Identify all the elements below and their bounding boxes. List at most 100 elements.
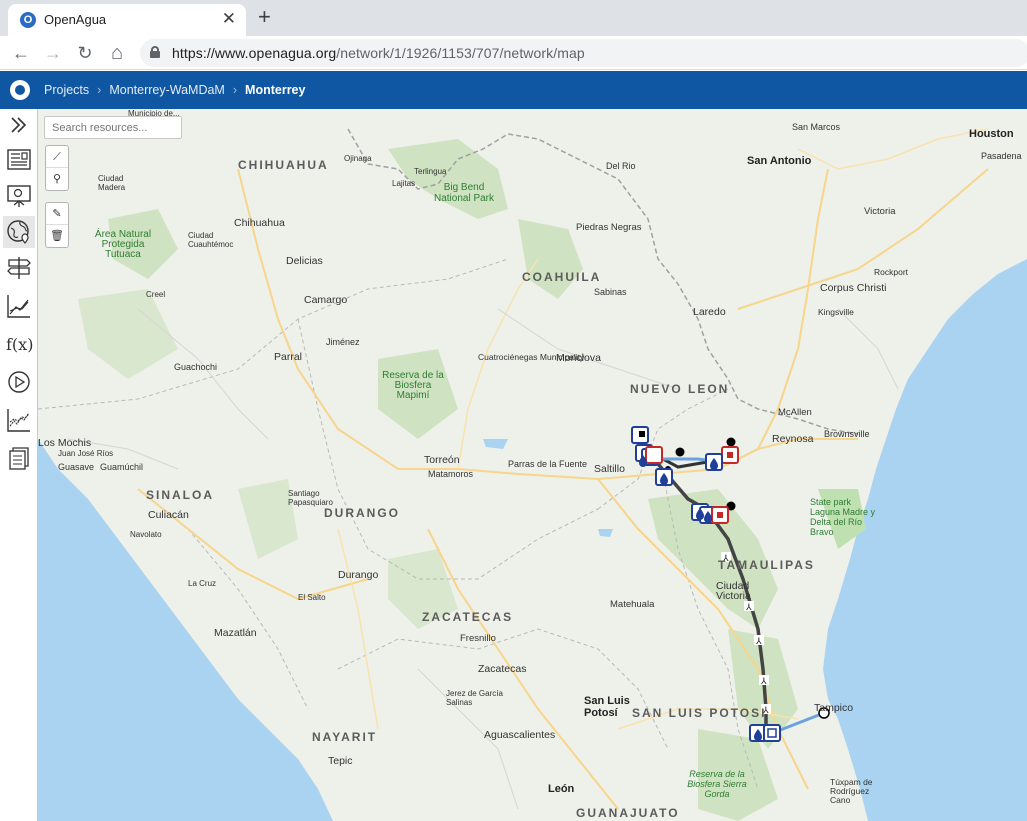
map-city-label: Guasave <box>58 462 95 472</box>
url-path: /network/1/1926/1153/707/network/map <box>336 45 585 61</box>
map-state-label: COAHUILA <box>522 270 602 284</box>
map-city-label: Reynosa <box>772 433 814 445</box>
map-city-label: El Salto <box>298 593 326 602</box>
expand-chevrons-icon <box>11 117 27 133</box>
forward-button[interactable]: → <box>40 40 66 66</box>
map-city-label: Navolato <box>130 530 162 539</box>
openagua-logo-icon[interactable] <box>10 80 30 100</box>
map-city-label: Sabinas <box>594 287 627 297</box>
map-city-label: Cuatrociénegas Municipality <box>478 352 585 362</box>
map-city-label: Creel <box>146 290 166 299</box>
url-host: https://www.openagua.org <box>172 45 337 61</box>
breadcrumb-separator-icon: › <box>232 83 238 97</box>
globe-map-icon <box>7 220 29 244</box>
map-city-label: Houston <box>969 128 1014 140</box>
map-park-label: Área Natural Protegida Tutuaca <box>94 229 152 260</box>
map-city-label: León <box>548 783 575 795</box>
function-fx-icon: f(x) <box>6 335 33 354</box>
sidebar-item-results-chart[interactable] <box>3 290 35 322</box>
map-city-label: Santiago Papasquiaro <box>288 489 333 507</box>
play-circle-icon <box>8 371 30 393</box>
app-header: Projects › Monterrey-WaMDaM › Monterrey <box>0 71 1027 109</box>
map-city-label: Laredo <box>693 306 726 318</box>
map-city-label: Victoria <box>864 206 896 217</box>
sidebar-item-signpost[interactable] <box>3 252 35 284</box>
search-resources-input[interactable] <box>44 116 182 139</box>
map-city-label: Corpus Christi <box>820 282 887 294</box>
map-city-label: Matehuala <box>610 599 655 610</box>
map-state-label: CHIHUAHUA <box>238 158 329 172</box>
delete-layers-button[interactable]: 🗑 <box>46 225 68 247</box>
map-city-label: Ciudad Madera <box>98 174 126 192</box>
breadcrumb-project[interactable]: Monterrey-WaMDaM <box>109 83 225 97</box>
sidebar-item-overview[interactable] <box>3 144 35 176</box>
presentation-board-icon <box>7 185 31 207</box>
map-city-label: San Marcos <box>792 122 841 132</box>
draw-line-icon: ⟋ <box>53 151 61 163</box>
draw-link-button[interactable]: ⟋ <box>46 146 68 168</box>
edit-icon: ✎ <box>52 208 62 220</box>
map-city-label: Torreón <box>424 454 460 466</box>
map-city-label: Túxpam de Rodríguez Cano <box>830 777 873 805</box>
map-state-label: GUANAJUATO <box>576 806 680 820</box>
line-chart-icon <box>7 295 30 318</box>
map-city-label: Guamúchil <box>100 462 144 472</box>
map-city-label: Camargo <box>304 294 348 306</box>
map-park-label: Reserva de la Biosfera Mapimí <box>382 370 444 401</box>
map-city-label: Piedras Negras <box>576 222 642 233</box>
svg-text:⅄: ⅄ <box>755 637 762 647</box>
network-map[interactable]: ⅄ ⅄ ⅄ ⅄ ⅄ CHIHUAHUA COAHUILA NUEVO LEON … <box>38 109 1027 821</box>
draw-node-button[interactable]: ⚲ <box>46 168 68 190</box>
home-button[interactable]: ⌂ <box>104 40 130 66</box>
map-city-label: Tepic <box>328 755 353 767</box>
map-state-label: TAMAULIPAS <box>718 558 815 572</box>
address-bar[interactable]: https://www.openagua.org/network/1/1926/… <box>140 39 1027 67</box>
sidebar-item-trends[interactable] <box>3 404 35 436</box>
browser-tab[interactable]: O OpenAgua ✕ <box>8 4 246 36</box>
sidebar-item-presentation[interactable] <box>3 180 35 212</box>
function-fx-label: f(x) <box>6 335 33 354</box>
map-city-label: Los Mochis <box>38 437 92 449</box>
sidebar-item-functions[interactable]: f(x) <box>3 328 35 360</box>
map-city-label: Terlingua <box>414 167 447 176</box>
map-city-label: Parras de la Fuente <box>508 459 588 469</box>
overview-panel-icon <box>7 149 31 170</box>
new-tab-button[interactable]: + <box>258 4 271 30</box>
svg-text:⅄: ⅄ <box>760 677 767 687</box>
map-city-label: Guachochi <box>174 362 218 372</box>
tab-title: OpenAgua <box>44 12 107 27</box>
map-city-label: Brownsville <box>824 429 870 439</box>
breadcrumb-separator-icon: › <box>97 83 102 97</box>
map-city-label: Saltillo <box>594 463 625 475</box>
map-city-label: Matamoros <box>428 469 474 479</box>
map-city-label: San Antonio <box>747 155 812 167</box>
lock-icon <box>150 46 160 58</box>
sidebar-item-run[interactable] <box>3 366 35 398</box>
edit-layers-button[interactable]: ✎ <box>46 203 68 225</box>
browser-toolbar: ← → ↻ ⌂ https://www.openagua.org/network… <box>0 36 1027 70</box>
map-city-label: Fresnillo <box>460 633 496 644</box>
map-state-label: SINALOA <box>146 488 214 502</box>
map-city-label: Ojinaga <box>344 154 372 163</box>
sidebar-item-documents[interactable] <box>3 442 35 474</box>
back-button[interactable]: ← <box>8 40 34 66</box>
expand-sidebar-button[interactable] <box>3 110 35 142</box>
map-city-label: Aguascalientes <box>484 729 556 741</box>
map-city-label: Pasadena <box>981 151 1022 161</box>
map-city-label: Zacatecas <box>478 663 527 675</box>
map-city-label: Mazatlán <box>214 627 257 639</box>
url-text: https://www.openagua.org/network/1/1926/… <box>172 45 585 61</box>
svg-text:⅄: ⅄ <box>745 603 752 613</box>
map-city-label: Durango <box>338 569 379 581</box>
sidebar-item-map[interactable] <box>3 216 35 248</box>
signpost-icon <box>7 257 31 279</box>
map-city-label: Chihuahua <box>234 217 285 229</box>
reload-button[interactable]: ↻ <box>72 40 98 66</box>
map-city-label: Lajitas <box>392 179 416 188</box>
close-tab-icon[interactable]: ✕ <box>222 9 236 29</box>
trend-chart-icon <box>7 409 30 432</box>
breadcrumb-projects[interactable]: Projects <box>44 83 89 97</box>
draw-toolbar: ⟋ ⚲ <box>45 145 69 191</box>
map-marker-icon: ⚲ <box>52 173 62 185</box>
map-city-label: Rockport <box>874 267 909 277</box>
